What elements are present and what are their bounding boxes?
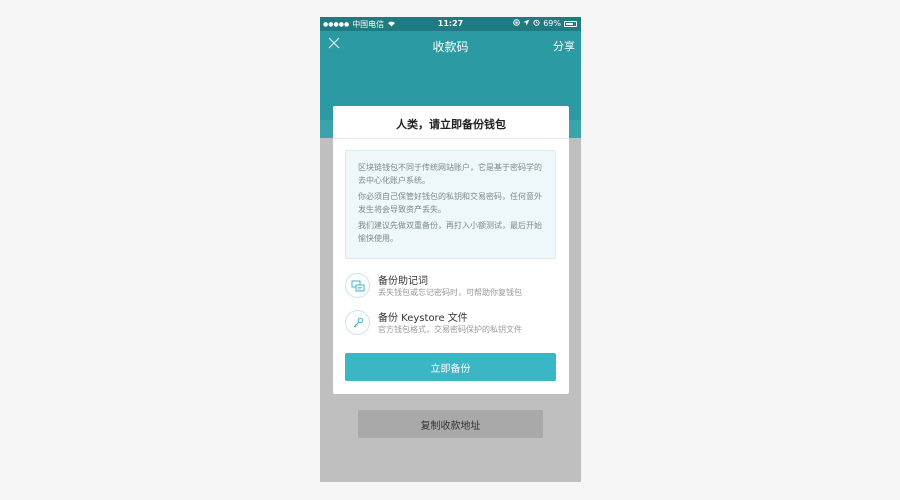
battery-percent: 69% (543, 19, 561, 28)
key-icon (345, 310, 370, 335)
backup-modal: 人类，请立即备份钱包 区块链钱包不同于传统网站账户，它是基于密码学的去中心化账户… (333, 106, 569, 394)
battery-icon (564, 20, 577, 27)
share-button[interactable]: 分享 (553, 38, 575, 54)
page-title: 收款码 (432, 40, 469, 54)
notice-box: 区块链钱包不同于传统网站账户，它是基于密码学的去中心化账户系统。 你必须自己保管… (345, 150, 556, 259)
copy-address-button[interactable]: 复制收款地址 (358, 410, 543, 438)
lock-rotation-icon (513, 19, 521, 28)
location-icon (523, 19, 530, 28)
nav-bar: 收款码 分享 (320, 31, 581, 61)
notice-paragraph: 我们建议先做双重备份，再打入小额测试，最后开始愉快使用。 (358, 221, 542, 243)
modal-divider (333, 138, 569, 139)
mnemonic-icon (345, 273, 370, 298)
backup-mnemonic-option[interactable]: 备份助记词 丢失钱包或忘记密码时，可帮助你复钱包 (345, 271, 556, 301)
option-desc: 官方钱包格式，交易密码保护的私钥文件 (378, 325, 522, 334)
modal-title: 人类，请立即备份钱包 (396, 118, 506, 131)
notice-paragraph: 你必须自己保管好钱包的私钥和交易密码，任何意外发生将会导致资产丢失。 (358, 192, 542, 214)
option-title: 备份助记词 (378, 276, 428, 287)
alarm-icon (533, 19, 540, 28)
backup-keystore-option[interactable]: 备份 Keystore 文件 官方钱包格式，交易密码保护的私钥文件 (345, 308, 556, 338)
option-desc: 丢失钱包或忘记密码时，可帮助你复钱包 (378, 288, 522, 297)
option-title: 备份 Keystore 文件 (378, 313, 468, 324)
status-right: 69% (513, 19, 577, 28)
backup-now-button[interactable]: 立即备份 (345, 353, 556, 381)
notice-paragraph: 区块链钱包不同于传统网站账户，它是基于密码学的去中心化账户系统。 (358, 163, 542, 185)
status-bar: ●●●●● 中国电信 11:27 69% (320, 17, 581, 31)
